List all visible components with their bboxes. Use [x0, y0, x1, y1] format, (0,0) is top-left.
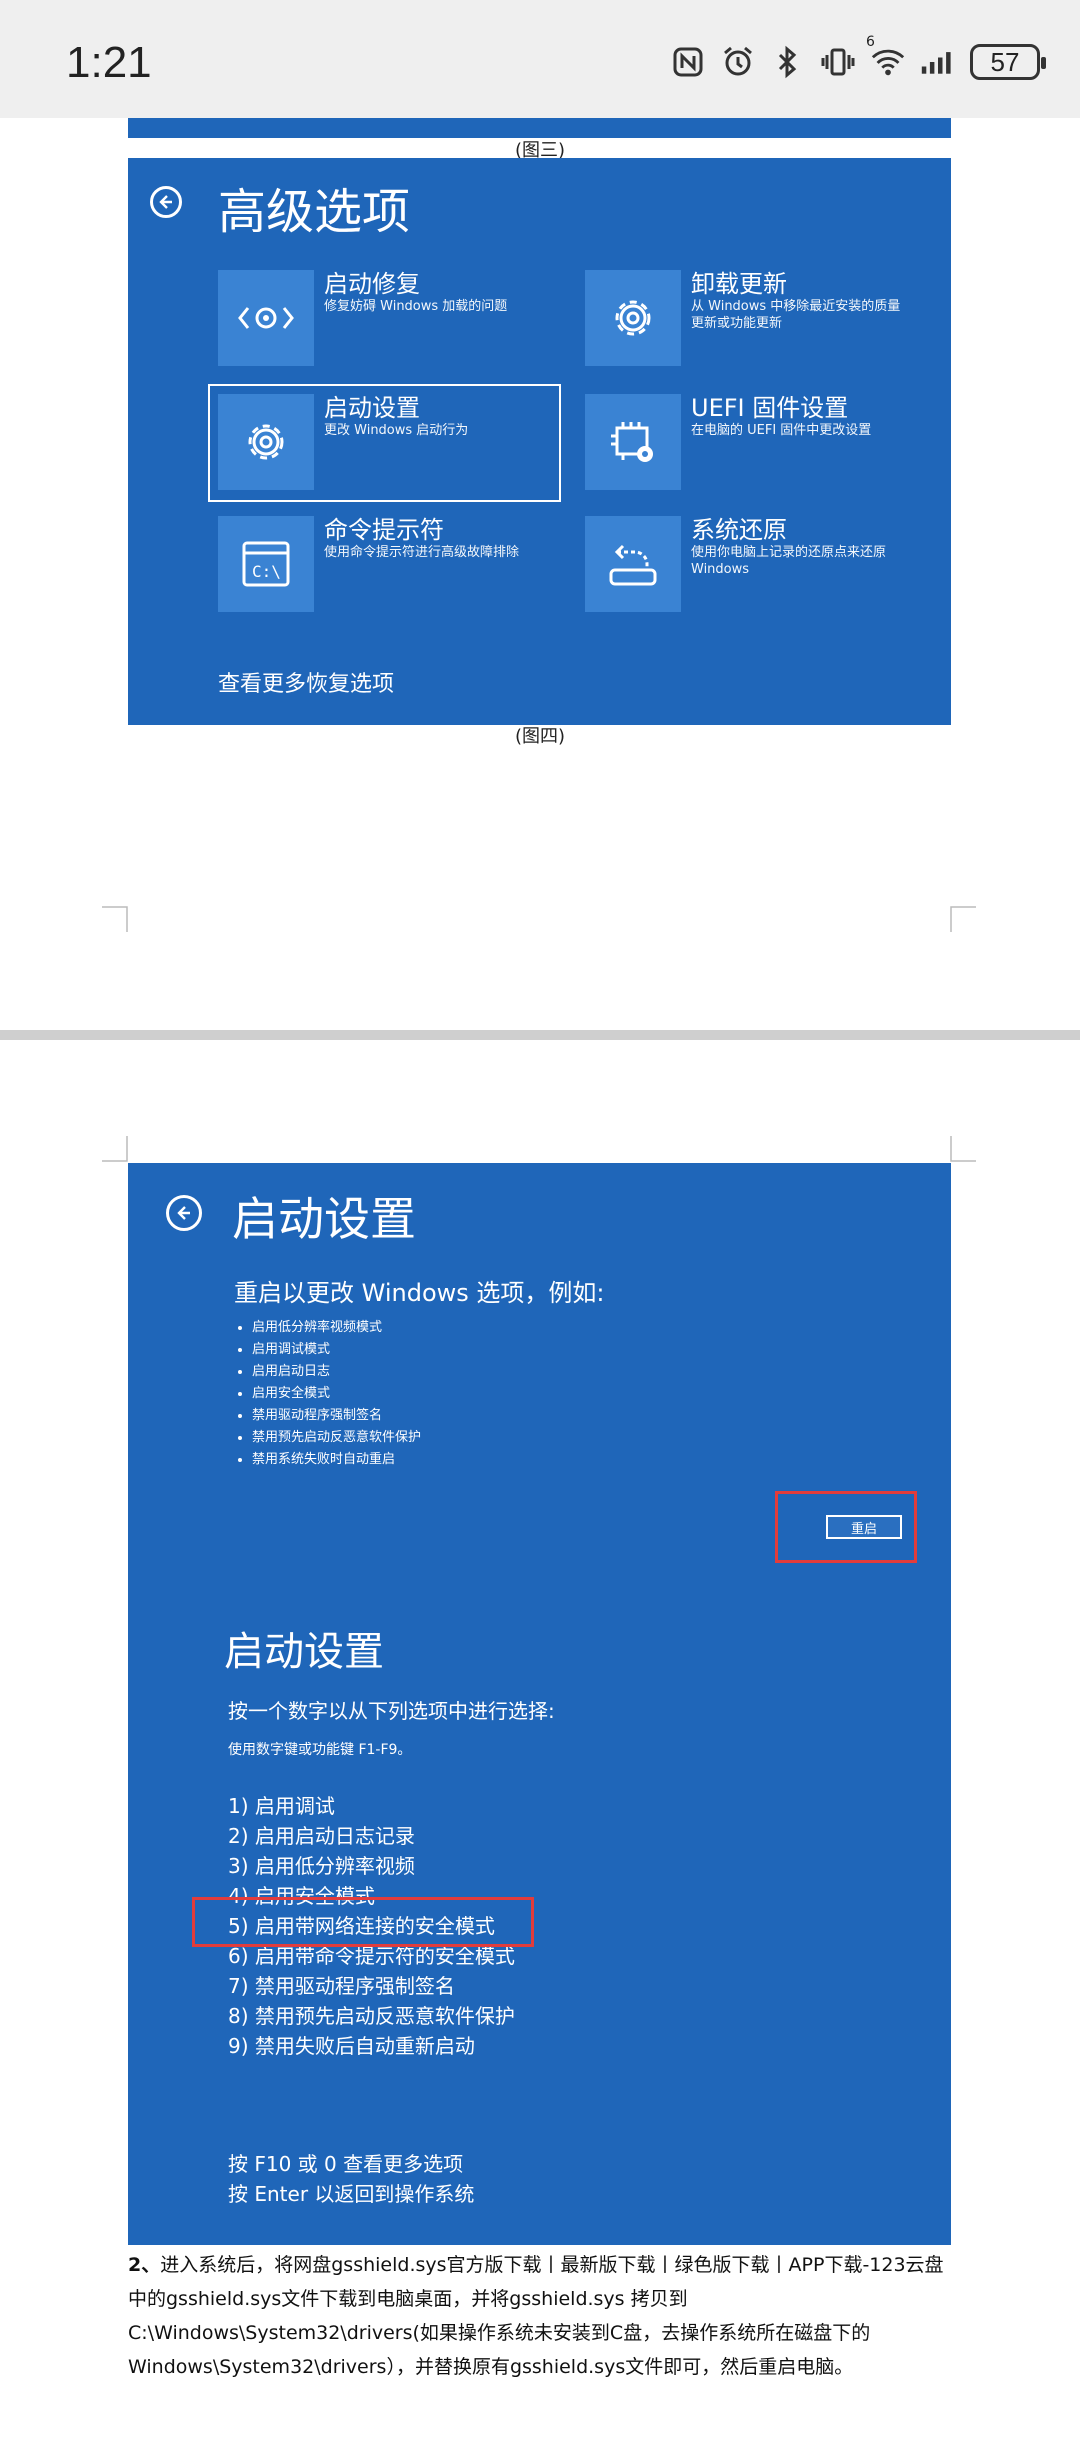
list-item: 禁用驱动程序强制签名 [252, 1405, 421, 1427]
option-title: 启动修复 [324, 270, 420, 298]
startup-settings-screenshot: 启动设置 重启以更改 Windows 选项，例如: 启用低分辨率视频模式 启用调… [128, 1163, 951, 2245]
page-corner-mark [102, 906, 128, 932]
startup-repair-icon [218, 270, 314, 366]
signal-icon [920, 44, 956, 80]
list-item[interactable]: 8) 禁用预先启动反恶意软件保护 [228, 2001, 515, 2031]
list-item: 启用调试模式 [252, 1339, 421, 1361]
footer-return-os: 按 Enter 以返回到操作系统 [228, 2182, 475, 2206]
option-system-restore[interactable]: 系统还原 使用你电脑上记录的还原点来还原 Windows [585, 516, 925, 612]
figure4-caption: (图四) [514, 726, 566, 747]
restart-button[interactable]: 重启 [826, 1515, 902, 1539]
startup-prompt: 按一个数字以从下列选项中进行选择: [228, 1699, 555, 1723]
page-corner-mark [102, 1136, 128, 1162]
startup-hint: 使用数字键或功能键 F1-F9。 [228, 1742, 412, 1758]
option-title: 命令提示符 [324, 516, 444, 544]
option-desc: 使用你电脑上记录的还原点来还原 Windows [691, 545, 887, 577]
option-title: UEFI 固件设置 [691, 394, 849, 422]
startup-settings-title-2: 启动设置 [224, 1629, 384, 1675]
battery-indicator: 57 [970, 44, 1046, 80]
list-item[interactable]: 2) 启用启动日志记录 [228, 1821, 515, 1851]
option-title: 启动设置 [324, 394, 420, 422]
startup-bullet-list: 启用低分辨率视频模式 启用调试模式 启用启动日志 启用安全模式 禁用驱动程序强制… [234, 1317, 421, 1471]
vibrate-icon [820, 44, 856, 80]
option-uninstall-updates[interactable]: 卸载更新 从 Windows 中移除最近安装的质量更新或功能更新 [585, 270, 925, 366]
footer-more-options: 按 F10 或 0 查看更多选项 [228, 2152, 464, 2176]
status-time: 1:21 [66, 38, 152, 87]
option-desc: 修复妨碍 Windows 加载的问题 [324, 299, 508, 314]
option-desc: 从 Windows 中移除最近安装的质量更新或功能更新 [691, 299, 901, 331]
option-title: 系统还原 [691, 516, 787, 544]
option-desc: 更改 Windows 启动行为 [324, 423, 469, 438]
list-item[interactable]: 7) 禁用驱动程序强制签名 [228, 1971, 515, 2001]
list-item[interactable]: 3) 启用低分辨率视频 [228, 1851, 515, 1881]
option-command-prompt[interactable]: C:\ 命令提示符 使用命令提示符进行高级故障排除 [218, 516, 548, 612]
option-title: 卸载更新 [691, 270, 787, 298]
step-number: 2、 [128, 2254, 161, 2276]
instruction-paragraph: 2、进入系统后，将网盘gsshield.sys官方版下载丨最新版下载丨绿色版下载… [128, 2248, 950, 2384]
bluetooth-icon [770, 44, 806, 80]
network-type-label: 6 [866, 34, 875, 50]
option-uefi-settings[interactable]: UEFI 固件设置 在电脑的 UEFI 固件中更改设置 [585, 394, 925, 490]
option-startup-settings[interactable]: 启动设置 更改 Windows 启动行为 [218, 394, 548, 490]
cmd-icon: C:\ [218, 516, 314, 612]
restore-icon [585, 516, 681, 612]
back-arrow-icon [150, 186, 182, 218]
list-item: 启用低分辨率视频模式 [252, 1317, 421, 1339]
nfc-icon [670, 44, 706, 80]
figure3-bottom-edge [128, 118, 951, 138]
safe-mode-network-highlight-box [192, 1897, 534, 1947]
status-bar: 1:21 6 57 [0, 0, 1080, 118]
alarm-icon [720, 44, 756, 80]
list-item[interactable]: 1) 启用调试 [228, 1791, 515, 1821]
gear-icon [218, 394, 314, 490]
list-item: 禁用预先启动反恶意软件保护 [252, 1427, 421, 1449]
status-icons: 6 57 [670, 34, 1046, 80]
option-desc: 在电脑的 UEFI 固件中更改设置 [691, 423, 872, 438]
list-item: 禁用系统失败时自动重启 [252, 1449, 421, 1471]
list-item[interactable]: 9) 禁用失败后自动重新启动 [228, 2031, 515, 2061]
gear-icon [585, 270, 681, 366]
list-item: 启用启动日志 [252, 1361, 421, 1383]
back-arrow-icon [166, 1195, 202, 1231]
advanced-options-screenshot: 高级选项 启动修复 修复妨碍 Windows 加载的问题 卸载更新 从 Wind… [128, 158, 951, 725]
more-recovery-options-link[interactable]: 查看更多恢复选项 [218, 666, 394, 698]
page-corner-mark [950, 906, 976, 932]
option-startup-repair[interactable]: 启动修复 修复妨碍 Windows 加载的问题 [218, 270, 548, 366]
step-text: 进入系统后，将网盘gsshield.sys官方版下载丨最新版下载丨绿色版下载丨A… [128, 2254, 944, 2378]
startup-settings-title: 启动设置 [232, 1192, 416, 1246]
startup-subtitle: 重启以更改 Windows 选项，例如: [234, 1279, 605, 1307]
svg-text:C:\: C:\ [252, 562, 281, 581]
chip-gear-icon [585, 394, 681, 490]
list-item: 启用安全模式 [252, 1383, 421, 1405]
advanced-options-title: 高级选项 [218, 184, 411, 240]
page-separator [0, 1030, 1080, 1040]
page-corner-mark [950, 1136, 976, 1162]
wifi-icon: 6 [866, 34, 906, 80]
option-desc: 使用命令提示符进行高级故障排除 [324, 545, 520, 560]
